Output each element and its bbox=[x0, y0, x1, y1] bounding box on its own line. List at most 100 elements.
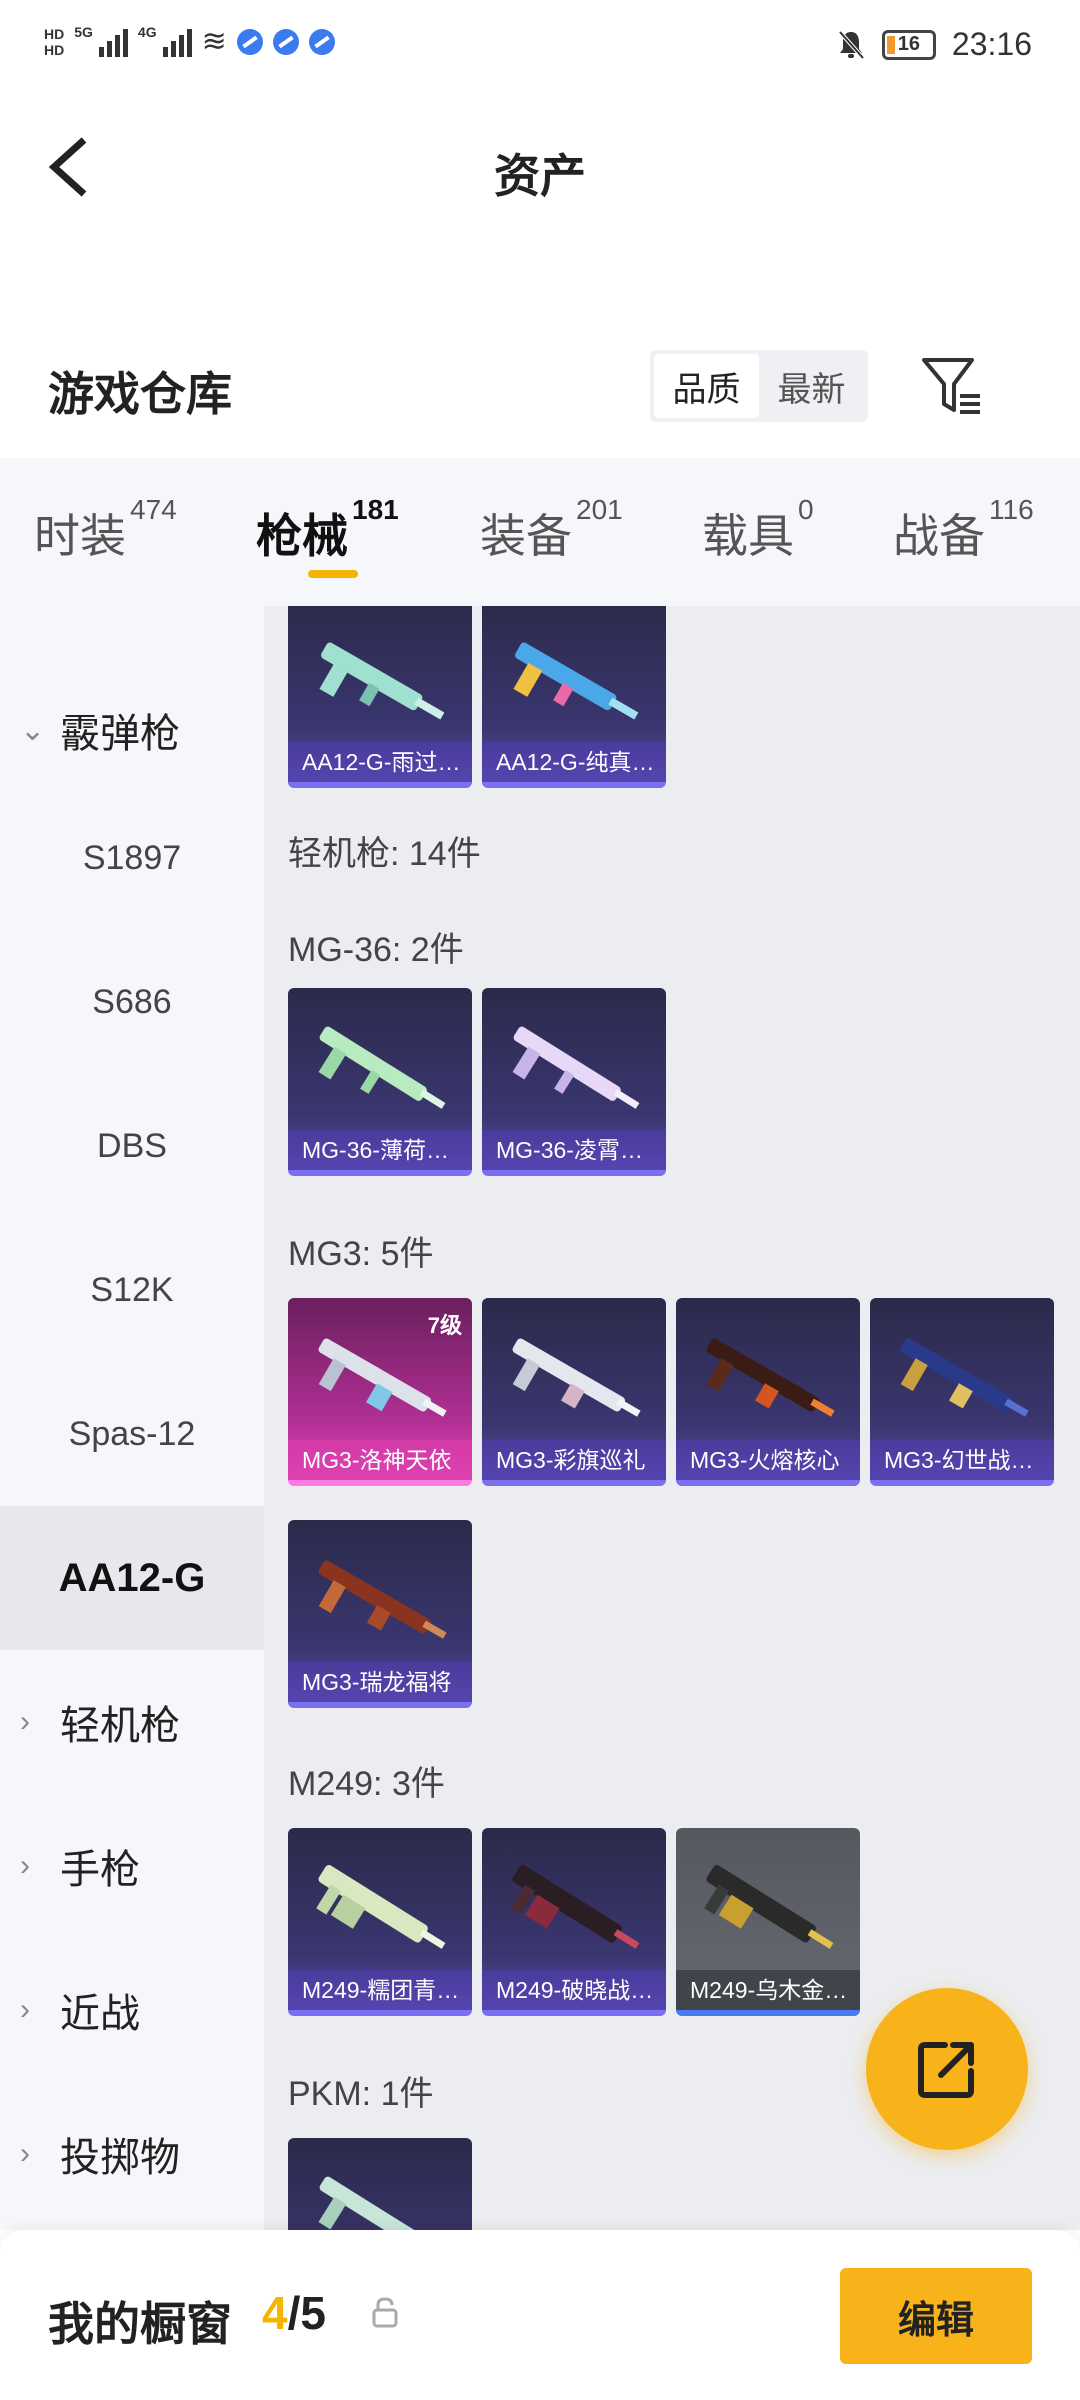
section-heading: 轻机枪: 14件 bbox=[288, 835, 481, 873]
sort-toggle: 品质 最新 bbox=[650, 350, 868, 422]
item-grid: AA12-G-雨过… AA12-G-纯真… 轻机枪: 14件 MG-36: 2件… bbox=[264, 606, 1080, 2230]
wifi-icon: ≋ bbox=[201, 25, 227, 58]
item-card[interactable]: M249-乌木金… bbox=[676, 1828, 860, 2016]
rifle-icon bbox=[704, 1864, 834, 1949]
status-left: HD HD 5G 4G ≋ bbox=[44, 24, 335, 59]
item-card[interactable]: MG-36-薄荷… bbox=[288, 988, 472, 1176]
sidebar-item-aa12g[interactable]: AA12-G bbox=[0, 1506, 264, 1650]
chevron-down-icon: ⌄ bbox=[20, 713, 46, 747]
sidebar-group-throwables[interactable]: › 投掷物 bbox=[0, 2082, 264, 2226]
item-card-label: MG3-洛神天依 bbox=[288, 1440, 472, 1480]
item-card-label: M249-糯团青… bbox=[288, 1970, 472, 2010]
item-card-label: MG3-彩旗巡礼 bbox=[482, 1440, 666, 1480]
tab-label: 战备 bbox=[893, 510, 985, 562]
item-card-label: MG3-幻世战… bbox=[870, 1440, 1054, 1480]
tab-count: 474 bbox=[130, 494, 177, 525]
item-card[interactable]: AA12-G-纯真… bbox=[482, 606, 666, 788]
rifle-icon bbox=[316, 1864, 446, 1949]
item-card[interactable]: MG3-彩旗巡礼 bbox=[482, 1298, 666, 1486]
item-card[interactable]: 7级 MG3-洛神天依 bbox=[288, 1298, 472, 1486]
tab-fashion[interactable]: 时装474 bbox=[34, 494, 177, 566]
tab-supplies[interactable]: 战备116 bbox=[893, 494, 1034, 566]
item-card-label: MG-36-薄荷… bbox=[288, 1130, 472, 1170]
tab-vehicles[interactable]: 载具0 bbox=[702, 494, 814, 566]
chevron-right-icon: › bbox=[20, 1849, 30, 1882]
section-heading: MG3: 5件 bbox=[288, 1235, 434, 1273]
rifle-icon bbox=[512, 1338, 641, 1417]
sort-option-newest[interactable]: 最新 bbox=[759, 354, 864, 418]
showcase-count-current: 4 bbox=[262, 2287, 288, 2339]
tab-label: 枪械 bbox=[256, 510, 348, 562]
tab-count: 0 bbox=[798, 494, 814, 525]
item-card-label: M249-乌木金… bbox=[676, 1970, 860, 2010]
sidebar-group-shotgun[interactable]: ⌄ 霰弹枪 bbox=[0, 658, 264, 802]
showcase-title: 我的橱窗 bbox=[48, 2298, 232, 2350]
app-notification-icon bbox=[272, 28, 299, 55]
item-card[interactable] bbox=[288, 2138, 472, 2230]
chevron-right-icon: › bbox=[20, 2137, 30, 2170]
rifle-icon bbox=[318, 1026, 446, 1109]
sidebar-group-pistol[interactable]: › 手枪 bbox=[0, 1794, 264, 1938]
share-button[interactable] bbox=[866, 1988, 1028, 2150]
sort-option-quality[interactable]: 品质 bbox=[654, 354, 759, 418]
status-right: 16 23:16 bbox=[836, 26, 1032, 63]
tab-label: 装备 bbox=[480, 510, 572, 562]
clock: 23:16 bbox=[951, 26, 1032, 62]
item-card[interactable]: AA12-G-雨过… bbox=[288, 606, 472, 788]
category-tabs: 时装474 枪械181 装备201 载具0 战备116 bbox=[0, 458, 1080, 606]
sidebar-item-dbs[interactable]: DBS bbox=[0, 1074, 264, 1218]
tab-equipment[interactable]: 装备201 bbox=[480, 494, 623, 566]
item-card[interactable]: M249-糯团青… bbox=[288, 1828, 472, 2016]
network-type-2: 4G bbox=[137, 24, 157, 40]
item-card[interactable]: MG3-瑞龙福将 bbox=[288, 1520, 472, 1708]
sidebar-group-label: 手枪 bbox=[60, 1848, 140, 1892]
sidebar-group-lmg[interactable]: › 轻机枪 bbox=[0, 1650, 264, 1794]
sidebar-item-s686[interactable]: S686 bbox=[0, 930, 264, 1074]
rifle-icon bbox=[318, 2176, 427, 2230]
item-card[interactable]: MG-36-凌霄… bbox=[482, 988, 666, 1176]
hd-icon: HD HD bbox=[44, 25, 65, 58]
mute-bell-icon bbox=[838, 30, 865, 59]
item-card-label: MG3-火熔核心 bbox=[676, 1440, 860, 1480]
item-card-label: MG3-瑞龙福将 bbox=[288, 1662, 472, 1702]
rifle-icon bbox=[513, 642, 639, 720]
app-notification-icon bbox=[308, 28, 335, 55]
item-card-label: M249-破晓战… bbox=[482, 1970, 666, 2010]
sidebar-item-s1897[interactable]: S1897 bbox=[0, 786, 264, 930]
network-type-1: 5G bbox=[74, 24, 93, 40]
filter-icon[interactable] bbox=[920, 356, 984, 418]
sidebar: ⌄ 霰弹枪 S1897 S686 DBS S12K Spas-12 AA12-G… bbox=[0, 606, 264, 2230]
edit-button[interactable]: 编辑 bbox=[840, 2268, 1032, 2364]
showcase-bar: 我的橱窗 4/5 编辑 bbox=[0, 2230, 1080, 2400]
active-tab-indicator bbox=[308, 570, 358, 578]
tab-firearms[interactable]: 枪械181 bbox=[256, 494, 399, 566]
rifle-icon bbox=[900, 1338, 1029, 1417]
tab-label: 时装 bbox=[34, 510, 126, 562]
tab-count: 201 bbox=[576, 494, 623, 525]
rifle-icon bbox=[318, 1560, 447, 1639]
item-card[interactable]: M249-破晓战… bbox=[482, 1828, 666, 2016]
showcase-count-total: /5 bbox=[287, 2287, 326, 2339]
tab-count: 181 bbox=[352, 494, 399, 525]
showcase-count: 4/5 bbox=[262, 2286, 326, 2340]
item-card-label: AA12-G-纯真… bbox=[482, 742, 666, 782]
sidebar-group-label: 投掷物 bbox=[60, 2136, 180, 2180]
sidebar-group-label: 霰弹枪 bbox=[60, 712, 180, 756]
section-heading: M249: 3件 bbox=[288, 1765, 445, 1803]
section-heading: MG-36: 2件 bbox=[288, 931, 464, 969]
page-title: 资产 bbox=[494, 150, 586, 202]
item-card-label: MG-36-凌霄… bbox=[482, 1130, 666, 1170]
item-card[interactable]: MG3-幻世战… bbox=[870, 1298, 1054, 1486]
section-heading: PKM: 1件 bbox=[288, 2075, 434, 2113]
sidebar-item-spas12[interactable]: Spas-12 bbox=[0, 1362, 264, 1506]
sidebar-group-melee[interactable]: › 近战 bbox=[0, 1938, 264, 2082]
signal-icon-2 bbox=[162, 27, 192, 57]
lock-icon bbox=[372, 2297, 398, 2328]
sidebar-item-s12k[interactable]: S12K bbox=[0, 1218, 264, 1362]
rifle-icon bbox=[319, 642, 445, 720]
signal-icon-1 bbox=[98, 27, 128, 57]
item-card[interactable]: MG3-火熔核心 bbox=[676, 1298, 860, 1486]
warehouse-title: 游戏仓库 bbox=[48, 368, 232, 420]
item-card-label: AA12-G-雨过… bbox=[288, 742, 472, 782]
chevron-right-icon: › bbox=[20, 1993, 30, 2026]
